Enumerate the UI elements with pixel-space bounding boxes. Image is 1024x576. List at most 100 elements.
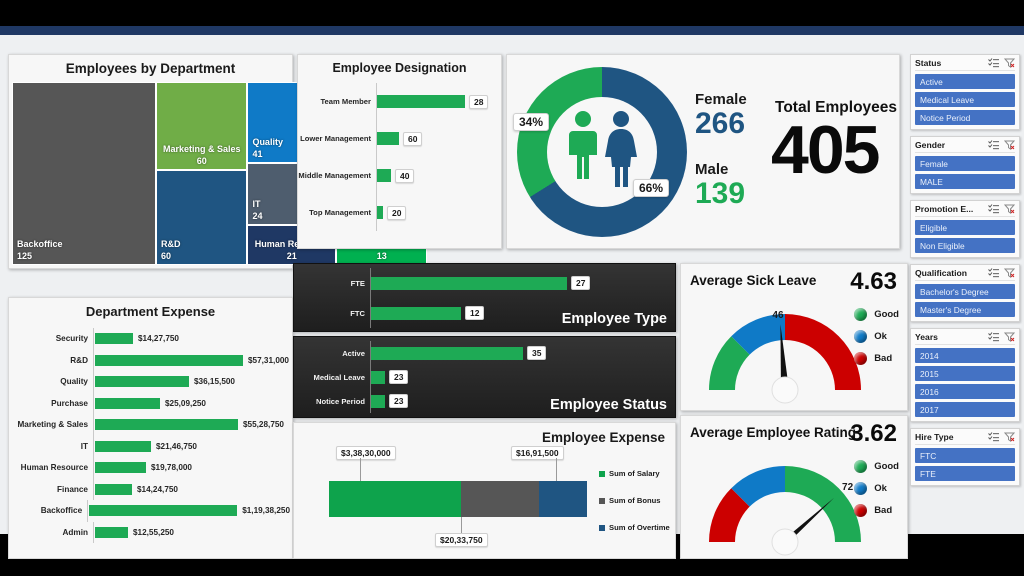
slicer-item[interactable]: Master's Degree (915, 302, 1015, 317)
employee-type-chart[interactable]: FTE 27 FTC 12 Employee Type (293, 263, 676, 332)
treemap-tile[interactable]: R&D 60 (156, 169, 248, 265)
treemap-tile[interactable]: Backoffice 125 (12, 82, 157, 265)
department-expense-bar (95, 419, 238, 431)
department-expense-row[interactable]: Security $14,27,750 (9, 328, 290, 350)
dark-bar-row[interactable]: Active 35 (294, 341, 671, 365)
slicer-sidebar: Status Active Medical Leave Notice Period … (910, 54, 1020, 492)
designation-row[interactable]: Middle Management 40 (298, 157, 499, 194)
expense-segment[interactable] (539, 481, 587, 517)
designation-row[interactable]: Team Member 28 (298, 83, 499, 120)
gauge-1-title: Average Sick Leave (690, 273, 817, 288)
slicer-years[interactable]: Years 2014 2015 2016 2017 (910, 328, 1020, 422)
department-expense-row[interactable]: Backoffice $1,19,38,250 (9, 500, 290, 522)
dark-bar-row[interactable]: FTE 27 (294, 268, 671, 298)
department-expense-bar (95, 397, 160, 409)
male-kpi-label: Male (695, 161, 729, 178)
expense-legend-item[interactable]: Sum of Bonus (599, 496, 670, 505)
slicer-item[interactable]: Non Eligible (915, 238, 1015, 253)
gauge-legend-item[interactable]: Good (854, 308, 899, 321)
slicer-item[interactable]: 2014 (915, 348, 1015, 363)
dark-bar-label: FTC (350, 308, 365, 318)
employee-designation-chart[interactable]: Employee Designation Team Member 28 Lower… (297, 54, 502, 249)
multi-select-icon[interactable] (988, 268, 999, 278)
multi-select-icon[interactable] (988, 204, 999, 214)
dark-bar-value: 12 (465, 306, 485, 320)
designation-row[interactable]: Top Management 20 (298, 194, 499, 231)
gender-donut-chart[interactable]: 34% 66% (513, 67, 687, 237)
clear-filter-icon[interactable] (1004, 332, 1015, 342)
department-expense-chart[interactable]: Department Expense Security $14,27,750 R&… (8, 297, 293, 559)
department-expense-row[interactable]: Admin $12,55,250 (9, 521, 290, 543)
treemap-tile-label: Backoffice (17, 239, 63, 249)
slicer-qualification[interactable]: Qualification Bachelor's Degree Master's … (910, 264, 1020, 322)
slicer-gender[interactable]: Gender Female MALE (910, 136, 1020, 194)
employee-expense-chart[interactable]: Employee Expense $3,38,30,000 $16,91,500 $… (293, 422, 676, 559)
clear-filter-icon[interactable] (1004, 140, 1015, 150)
multi-select-icon[interactable] (988, 332, 999, 342)
employee-status-chart[interactable]: Active 35 Medical Leave 23 Notice Period 2… (293, 336, 676, 418)
expense-segment[interactable] (461, 481, 539, 517)
department-expense-value: $21,46,750 (156, 441, 197, 451)
multi-select-icon[interactable] (988, 432, 999, 442)
multi-select-icon[interactable] (988, 140, 999, 150)
slicer-item[interactable]: 2015 (915, 366, 1015, 381)
employee-expense-title: Employee Expense (541, 430, 665, 445)
legend-label: Ok (874, 483, 887, 494)
slicer-item[interactable]: FTE (915, 466, 1015, 481)
dark-bar-value: 35 (527, 346, 547, 360)
employee-designation-rows: Team Member 28 Lower Management 60 Middle … (298, 83, 499, 242)
slicer-promotion-e[interactable]: Promotion E... Eligible Non Eligible (910, 200, 1020, 258)
dark-bar (371, 394, 385, 408)
slicer-item[interactable]: FTC (915, 448, 1015, 463)
slicer-item[interactable]: Bachelor's Degree (915, 284, 1015, 299)
gauge-legend-item[interactable]: Ok (854, 330, 899, 343)
slicer-item[interactable]: Active (915, 74, 1015, 89)
department-expense-row[interactable]: Human Resource $19,78,000 (9, 457, 290, 479)
slicer-item[interactable]: Eligible (915, 220, 1015, 235)
department-expense-row[interactable]: R&D $57,31,000 (9, 349, 290, 371)
slicer-item[interactable]: Female (915, 156, 1015, 171)
department-expense-row[interactable]: IT $21,46,750 (9, 435, 290, 457)
gauge-legend-item[interactable]: Bad (854, 352, 899, 365)
clear-filter-icon[interactable] (1004, 204, 1015, 214)
gauge-needle-label: 46 (772, 310, 784, 322)
designation-value: 60 (403, 131, 423, 146)
average-sick-leave-gauge[interactable]: Average Sick Leave 4.63 46 Good Ok Bad (680, 263, 908, 411)
designation-row[interactable]: Lower Management 60 (298, 120, 499, 157)
clear-filter-icon[interactable] (1004, 58, 1015, 68)
designation-label: Middle Management (298, 171, 371, 180)
department-expense-row[interactable]: Marketing & Sales $55,28,750 (9, 414, 290, 436)
slicer-item[interactable]: Notice Period (915, 110, 1015, 125)
employee-designation-title: Employee Designation (332, 61, 467, 75)
gauge-2-legend: Good Ok Bad (854, 460, 899, 526)
axis-line (87, 500, 89, 522)
gauge-legend-item[interactable]: Good (854, 460, 899, 473)
clear-filter-icon[interactable] (1004, 432, 1015, 442)
dark-bar-row[interactable]: Medical Leave 23 (294, 365, 671, 389)
gender-summary-panel[interactable]: 34% 66% Female 266 Male 139 Total Employ… (506, 54, 900, 249)
slicer-item[interactable]: MALE (915, 174, 1015, 189)
expense-legend-item[interactable]: Sum of Salary (599, 469, 670, 478)
gauge-legend-item[interactable]: Bad (854, 504, 899, 517)
slicer-item[interactable]: 2016 (915, 384, 1015, 399)
expense-segment[interactable] (329, 481, 461, 517)
slicer-header: Gender (915, 140, 1015, 153)
department-expense-label: Backoffice (40, 506, 83, 516)
gauge-legend-item[interactable]: Ok (854, 482, 899, 495)
multi-select-icon[interactable] (988, 58, 999, 68)
slicer-status[interactable]: Status Active Medical Leave Notice Period (910, 54, 1020, 130)
treemap-tile[interactable]: Marketing & Sales 60 (156, 82, 248, 170)
department-expense-row[interactable]: Purchase $25,09,250 (9, 392, 290, 414)
department-expense-row[interactable]: Quality $36,15,500 (9, 371, 290, 393)
department-expense-row[interactable]: Finance $14,24,750 (9, 478, 290, 500)
expense-legend-item[interactable]: Sum of Overtime (599, 523, 670, 532)
gauge-1-value: 4.63 (850, 268, 897, 295)
average-employee-rating-gauge[interactable]: Average Employee Rating 3.62 72 Good Ok Ba… (680, 415, 908, 559)
employees-by-department-treemap[interactable]: Employees by Department Backoffice 125 Mar… (8, 54, 428, 269)
clear-filter-icon[interactable] (1004, 268, 1015, 278)
slicer-hire-type[interactable]: Hire Type FTC FTE (910, 428, 1020, 486)
slicer-item[interactable]: 2017 (915, 402, 1015, 417)
slicer-item[interactable]: Medical Leave (915, 92, 1015, 107)
department-expense-label: Purchase (51, 398, 88, 408)
slicer-header: Promotion E... (915, 204, 1015, 217)
